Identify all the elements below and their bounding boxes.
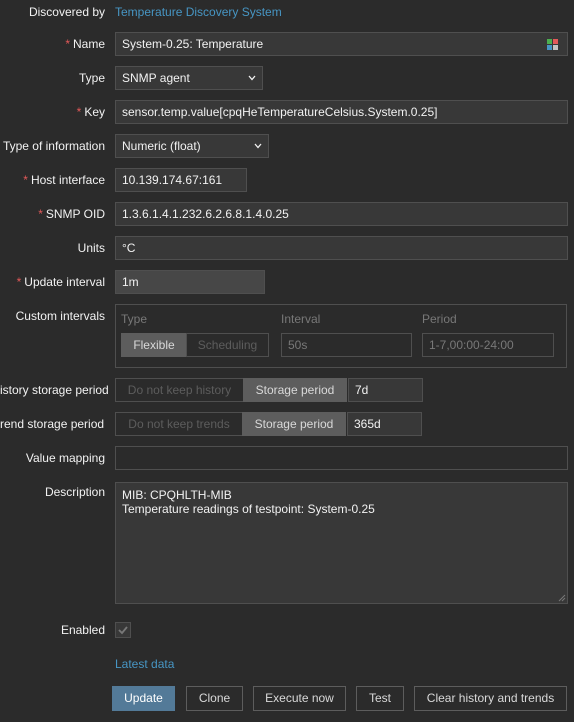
snmp-oid-row: * SNMP OID 1.3.6.1.4.1.232.6.2.6.8.1.4.0.…	[0, 202, 574, 226]
update-interval-input[interactable]: 1m	[115, 270, 265, 294]
trend-storage-label: rend storage period	[0, 417, 105, 431]
host-interface-label: * Host interface	[23, 173, 105, 187]
history-storage-row: istory storage period Do not keep histor…	[0, 378, 574, 402]
required-marker: *	[23, 173, 28, 187]
description-label: Description	[44, 485, 105, 499]
resize-handle-icon[interactable]	[558, 594, 566, 602]
name-row: * Name System-0.25: Temperature	[0, 32, 574, 56]
history-storage-period-toggle[interactable]: Storage period	[243, 378, 347, 402]
type-of-information-row: Type of information Numeric (float)	[0, 134, 574, 158]
update-interval-label: * Update interval	[16, 275, 105, 289]
clone-button[interactable]: Clone	[186, 686, 243, 711]
flexible-toggle[interactable]: Flexible	[121, 333, 187, 357]
type-row: Type SNMP agent	[0, 66, 574, 90]
snmp-oid-label: * SNMP OID	[38, 207, 105, 221]
trend-storage-period-toggle[interactable]: Storage period	[242, 412, 346, 436]
value-mapping-label: Value mapping	[25, 451, 105, 465]
execute-now-button[interactable]: Execute now	[253, 686, 346, 711]
type-select[interactable]: SNMP agent	[115, 66, 263, 90]
discovered-by-label: Discovered by	[28, 5, 105, 19]
units-input[interactable]: °C	[115, 236, 568, 260]
custom-intervals-label: Custom intervals	[15, 309, 105, 323]
chevron-down-icon	[248, 75, 256, 81]
value-mapping-row: Value mapping	[0, 446, 574, 470]
history-storage-label: istory storage period	[0, 383, 109, 397]
scheduling-toggle[interactable]: Scheduling	[186, 333, 269, 357]
name-label: * Name	[65, 37, 105, 51]
custom-intervals-header-period: Period	[422, 312, 457, 326]
latest-data-link[interactable]: Latest data	[115, 657, 174, 671]
host-interface-field[interactable]: 10.139.174.67:161	[115, 168, 247, 192]
discovered-by-link[interactable]: Temperature Discovery System	[115, 0, 282, 24]
enabled-row: Enabled	[0, 618, 574, 642]
autofill-icon[interactable]	[546, 38, 564, 52]
do-not-keep-history-toggle[interactable]: Do not keep history	[115, 378, 244, 402]
snmp-oid-input[interactable]: 1.3.6.1.4.1.232.6.2.6.8.1.4.0.25	[115, 202, 568, 226]
checkmark-icon	[118, 626, 128, 635]
do-not-keep-trends-toggle[interactable]: Do not keep trends	[115, 412, 243, 436]
key-row: * Key sensor.temp.value[cpqHeTemperatureC…	[0, 100, 574, 124]
trend-storage-row: rend storage period Do not keep trends S…	[0, 412, 574, 436]
type-of-information-select[interactable]: Numeric (float)	[115, 134, 269, 158]
enabled-label: Enabled	[60, 623, 105, 637]
test-button[interactable]: Test	[356, 686, 404, 711]
key-label: * Key	[76, 105, 105, 119]
value-mapping-input[interactable]	[115, 446, 568, 470]
trend-storage-input[interactable]: 365d	[347, 412, 422, 436]
custom-intervals-table: Type Interval Period Flexible Scheduling…	[115, 304, 567, 368]
required-marker: *	[76, 105, 82, 119]
chevron-down-icon	[254, 143, 262, 149]
update-button[interactable]: Update	[112, 686, 175, 711]
interval-input[interactable]: 50s	[281, 333, 412, 357]
required-marker: *	[65, 37, 70, 51]
name-input[interactable]: System-0.25: Temperature	[115, 32, 568, 56]
history-storage-input[interactable]: 7d	[348, 378, 423, 402]
key-input[interactable]: sensor.temp.value[cpqHeTemperatureCelsiu…	[115, 100, 568, 124]
required-marker: *	[38, 207, 43, 221]
period-input[interactable]: 1-7,00:00-24:00	[422, 333, 554, 357]
custom-intervals-header-interval: Interval	[281, 312, 321, 326]
description-textarea[interactable]: MIB: CPQHLTH-MIB Temperature readings of…	[115, 482, 568, 604]
type-of-information-label: Type of information	[2, 139, 105, 153]
discovered-by-row: Discovered by Temperature Discovery Syst…	[0, 0, 574, 24]
units-label: Units	[77, 241, 105, 255]
update-interval-row: * Update interval 1m	[0, 270, 574, 294]
enabled-checkbox[interactable]	[115, 622, 131, 638]
units-row: Units °C	[0, 236, 574, 260]
clear-history-button[interactable]: Clear history and trends	[414, 686, 567, 711]
custom-intervals-header-type: Type	[121, 312, 148, 326]
type-label: Type	[78, 71, 105, 85]
host-interface-row: * Host interface 10.139.174.67:161	[0, 168, 574, 192]
required-marker: *	[16, 275, 22, 289]
